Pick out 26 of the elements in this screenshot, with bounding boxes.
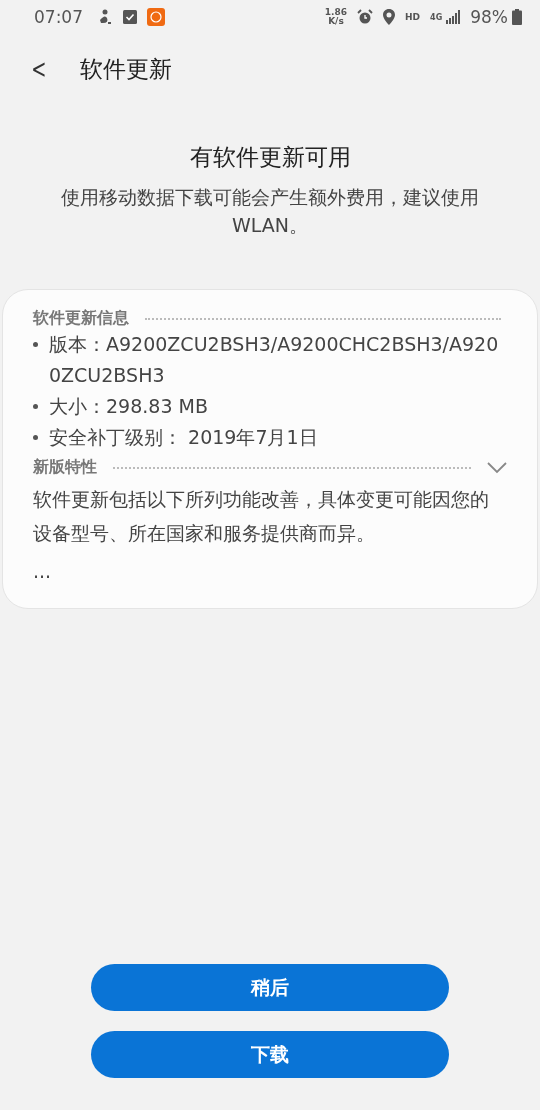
signal-icon xyxy=(446,10,461,24)
location-icon xyxy=(383,9,396,25)
checkbox-icon xyxy=(123,10,137,24)
back-button[interactable]: < xyxy=(27,54,51,84)
chevron-icon[interactable] xyxy=(487,461,507,474)
network-speed: 1.86 K/s xyxy=(324,8,348,26)
notice-title: 有软件更新可用 xyxy=(188,143,352,172)
info-item: 版本：A9200ZCU2BSH3/A9200CHC2BSH3/A9200ZCU2BSH3 xyxy=(49,332,500,388)
notice-message: 使用移动数据下载可能会产生额外费用，建议使用 WLAN。 xyxy=(60,185,480,238)
info-item: 大小：298.83 MB xyxy=(49,394,208,419)
action-button[interactable]: 稍后 xyxy=(91,964,449,1011)
network-type: 4G xyxy=(430,12,443,22)
info-item: 安全补丁级别： 2019年7月1日 xyxy=(49,425,318,450)
section-heading: 新版特性 xyxy=(33,457,97,478)
page-title: 软件更新 xyxy=(79,54,172,84)
feature-text: 软件更新包括以下所列功能改善，具体变更可能因您的设备型号、所在国家和服务提供商而异。 xyxy=(33,487,490,546)
hd-label: HD xyxy=(405,12,421,22)
feature-text: ... xyxy=(33,559,53,584)
section-heading: 软件更新信息 xyxy=(33,308,129,329)
battery-percent: 98% xyxy=(470,7,508,27)
alarm-icon xyxy=(357,9,374,25)
battery-icon xyxy=(512,9,522,25)
figure-icon xyxy=(97,8,113,26)
status-time: 07:07 xyxy=(34,7,83,27)
action-button[interactable]: 下载 xyxy=(91,1031,449,1078)
app-icon xyxy=(147,8,165,26)
